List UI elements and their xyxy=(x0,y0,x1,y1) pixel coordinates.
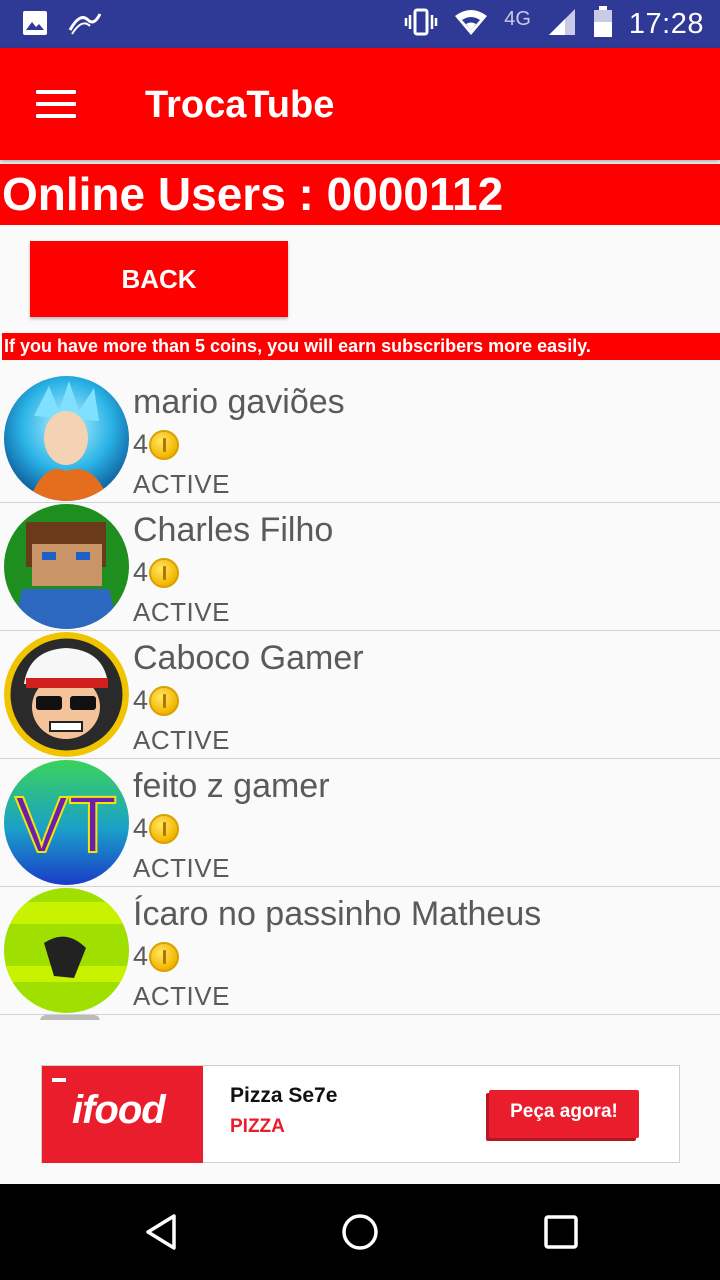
network-type: 4G xyxy=(504,8,531,30)
ad-cta-button[interactable]: Peça agora! xyxy=(489,1090,639,1138)
app-title: TrocaTube xyxy=(145,84,335,126)
list-item-partial xyxy=(0,1015,720,1020)
ifood-logo: ifood xyxy=(42,1066,203,1163)
coin-count: 4 xyxy=(133,685,149,715)
online-users-banner: Online Users : 0000112 xyxy=(0,164,720,225)
avatar xyxy=(4,632,129,757)
status-right-icons: 4G 17:28 xyxy=(404,6,704,43)
coin-count: 4 xyxy=(133,813,149,843)
ad-title: Pizza Se7e xyxy=(230,1084,338,1107)
signal-icon xyxy=(547,7,577,42)
coin-icon xyxy=(149,429,180,460)
screen: 4G 17:28 TrocaTube Online Users : 000011… xyxy=(0,0,720,1280)
user-status: ACTIVE xyxy=(133,469,230,499)
user-list-item[interactable]: Ícaro no passinho Matheus 4 ACTIVE xyxy=(0,887,720,1015)
user-name: Charles Filho xyxy=(133,511,334,549)
partial-avatar xyxy=(40,1015,100,1020)
avatar xyxy=(4,376,129,501)
user-name: Ícaro no passinho Matheus xyxy=(133,895,542,933)
ad-subtitle: PIZZA xyxy=(230,1116,285,1137)
back-button[interactable]: BACK xyxy=(30,241,288,317)
coin-count: 4 xyxy=(133,429,149,459)
user-coins: 4 xyxy=(133,557,180,588)
back-nav-icon[interactable] xyxy=(142,1212,182,1257)
coins-tip-text: If you have more than 5 coins, you will … xyxy=(2,333,720,360)
user-coins: 4 xyxy=(133,941,180,972)
wifi-icon xyxy=(454,8,488,41)
user-list-item[interactable]: Charles Filho 4 ACTIVE xyxy=(0,503,720,631)
avatar-initials: VT xyxy=(15,780,117,869)
coin-count: 4 xyxy=(133,557,149,587)
user-status: ACTIVE xyxy=(133,597,230,627)
user-name: feito z gamer xyxy=(133,767,330,805)
user-coins: 4 xyxy=(133,685,180,716)
user-name: mario gaviões xyxy=(133,383,345,421)
ifood-brand-text: ifood xyxy=(72,1088,166,1132)
home-nav-icon[interactable] xyxy=(340,1212,380,1257)
battery-icon xyxy=(593,6,613,43)
status-bar: 4G 17:28 xyxy=(0,0,720,48)
user-status: ACTIVE xyxy=(133,981,230,1011)
hamburger-menu-icon[interactable] xyxy=(36,90,76,118)
user-status: ACTIVE xyxy=(133,853,230,883)
image-icon xyxy=(22,10,48,41)
menu-dash-icon xyxy=(52,1078,66,1082)
clock: 17:28 xyxy=(628,8,704,40)
navigation-bar xyxy=(0,1184,720,1280)
user-status: ACTIVE xyxy=(133,725,230,755)
coin-icon xyxy=(149,685,180,716)
coin-icon xyxy=(149,941,180,972)
user-list-item[interactable]: mario gaviões 4 ACTIVE xyxy=(0,375,720,503)
user-coins: 4 xyxy=(133,429,180,460)
swype-icon xyxy=(68,10,102,41)
status-left-icons xyxy=(22,10,102,41)
coin-icon xyxy=(149,813,180,844)
vibrate-icon xyxy=(404,8,438,41)
user-list-item[interactable]: Caboco Gamer 4 ACTIVE xyxy=(0,631,720,759)
avatar xyxy=(4,888,129,1013)
avatar xyxy=(4,504,129,629)
recents-nav-icon[interactable] xyxy=(541,1212,581,1257)
user-list-item[interactable]: VT feito z gamer 4 ACTIVE xyxy=(0,759,720,887)
user-name: Caboco Gamer xyxy=(133,639,364,677)
coin-icon xyxy=(149,557,180,588)
user-list[interactable]: mario gaviões 4 ACTIVE Charles Filho 4 A… xyxy=(0,375,720,1020)
app-bar: TrocaTube xyxy=(0,48,720,160)
avatar: VT xyxy=(4,760,129,885)
user-coins: 4 xyxy=(133,813,180,844)
ad-banner[interactable]: ifood Pizza Se7e PIZZA Peça agora! xyxy=(41,1065,680,1163)
coin-count: 4 xyxy=(133,941,149,971)
